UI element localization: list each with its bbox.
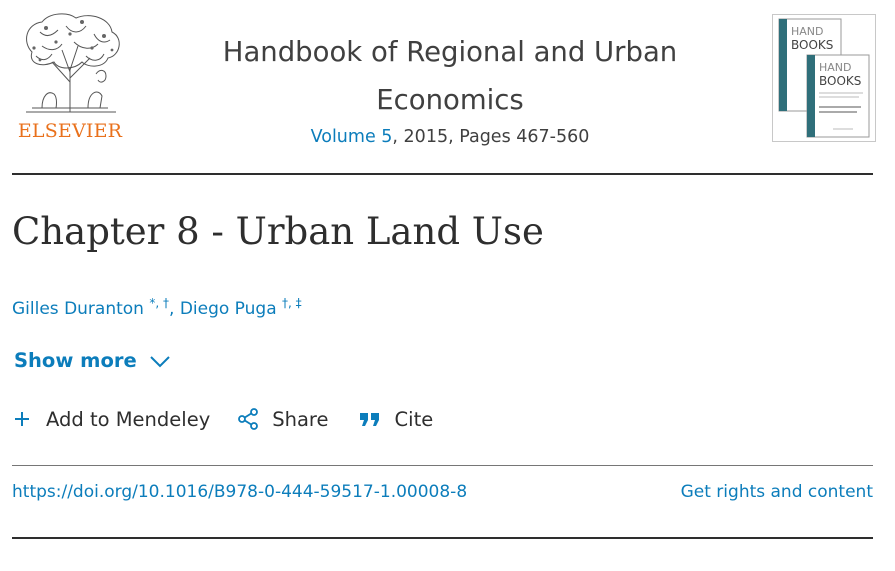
elsevier-wordmark: ELSEVIER xyxy=(17,120,123,142)
author-link[interactable]: Diego Puga xyxy=(180,299,277,319)
article-actions: Add to Mendeley Share Cite xyxy=(12,407,433,431)
quote-icon xyxy=(359,410,381,428)
author-list: Gilles Duranton *, †, Diego Puga †, ‡ xyxy=(12,296,302,319)
author-separator: , xyxy=(169,299,180,319)
cover-word-bottom: BOOKS xyxy=(791,38,833,52)
doi-link[interactable]: https://doi.org/10.1016/B978-0-444-59517… xyxy=(12,482,467,502)
author-link[interactable]: Gilles Duranton xyxy=(12,299,144,319)
show-more-label: Show more xyxy=(14,349,137,372)
elsevier-tree-icon xyxy=(26,13,120,113)
cover-word-top: HAND xyxy=(791,25,824,38)
chapter-title: Chapter 8 - Urban Land Use xyxy=(12,210,544,253)
share-label: Share xyxy=(272,407,329,431)
share-button[interactable]: Share xyxy=(236,407,329,431)
footer-divider xyxy=(12,537,873,539)
chevron-down-icon xyxy=(149,355,170,367)
show-more-button[interactable]: Show more xyxy=(14,349,171,372)
publication-meta: Volume 5, 2015, Pages 467-560 xyxy=(180,127,720,147)
rights-link[interactable]: Get rights and content xyxy=(681,482,873,502)
volume-link[interactable]: Volume 5 xyxy=(311,127,393,147)
share-icon xyxy=(236,407,260,431)
cite-label: Cite xyxy=(394,407,434,431)
header-divider xyxy=(12,173,873,175)
author-affiliation-marks[interactable]: †, ‡ xyxy=(282,296,302,310)
book-cover-thumbnail[interactable]: HAND BOOKS HAND BOOKS xyxy=(772,14,876,142)
elsevier-logo[interactable]: ELSEVIER xyxy=(12,12,128,142)
cover-word-bottom-front: BOOKS xyxy=(819,74,861,88)
actions-divider xyxy=(12,465,873,466)
add-to-mendeley-label: Add to Mendeley xyxy=(46,407,211,431)
plus-icon xyxy=(12,409,32,429)
cite-button[interactable]: Cite xyxy=(359,407,434,431)
author-affiliation-marks[interactable]: *, † xyxy=(149,296,169,310)
add-to-mendeley-button[interactable]: Add to Mendeley xyxy=(12,408,210,431)
publication-year-pages: , 2015, Pages 467-560 xyxy=(392,127,590,147)
cover-word-top-front: HAND xyxy=(819,61,852,74)
publication-title[interactable]: Handbook of Regional and Urban Economics xyxy=(180,28,720,124)
